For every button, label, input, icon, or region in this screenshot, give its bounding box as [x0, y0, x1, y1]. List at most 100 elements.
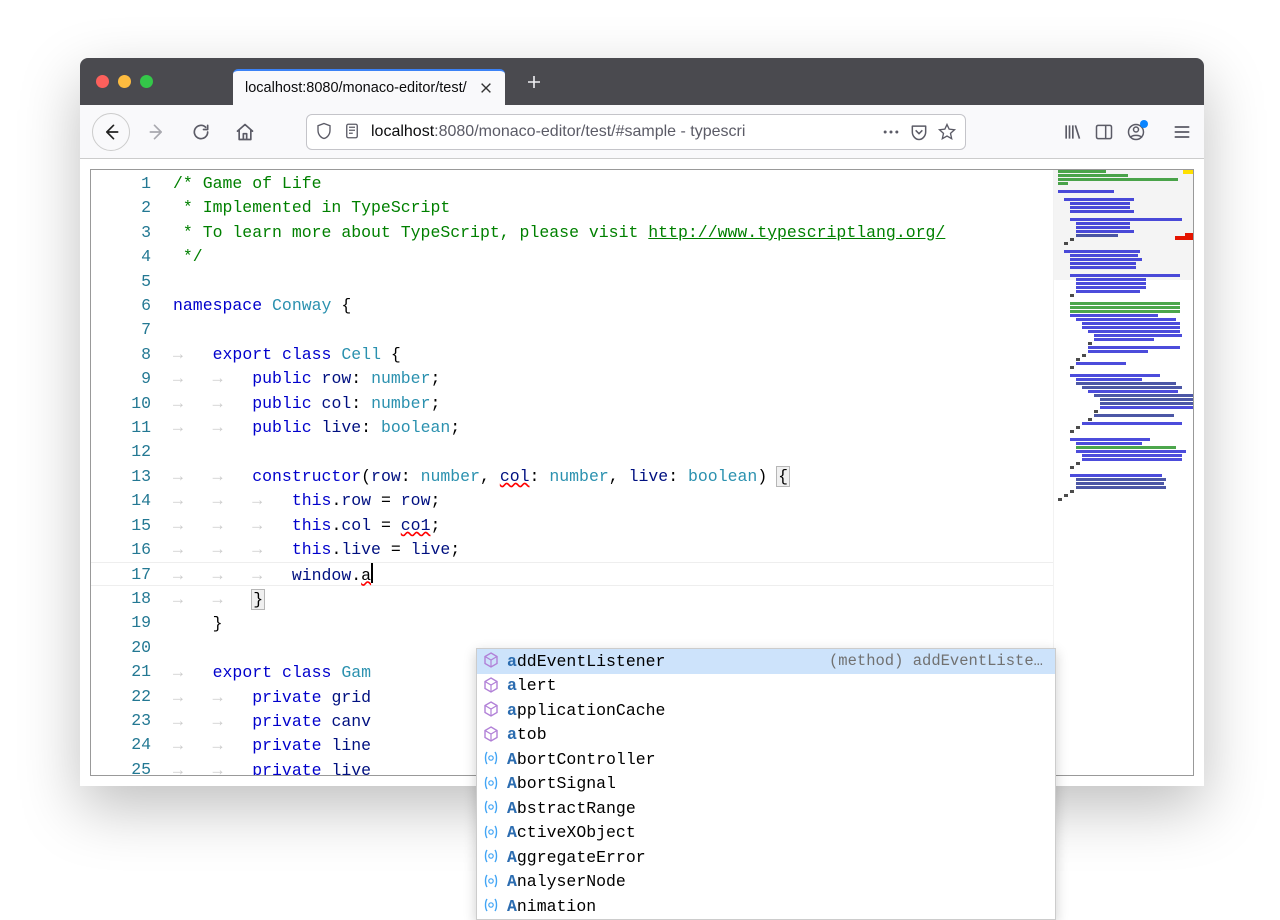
code-line: → → → this.live = live;	[173, 538, 1193, 562]
suggest-item[interactable]: applicationCache	[477, 698, 1055, 723]
address-bar-text: localhost:8080/monaco-editor/test/#sampl…	[371, 123, 873, 141]
method-icon	[483, 677, 501, 695]
minimap[interactable]	[1053, 170, 1193, 775]
minimap-line	[1082, 454, 1182, 457]
zoom-window-button[interactable]	[140, 75, 153, 88]
suggest-item[interactable]: AnalyserNode	[477, 870, 1055, 895]
minimap-line	[1076, 282, 1146, 285]
minimap-line	[1076, 234, 1118, 237]
close-tab-icon[interactable]	[479, 81, 493, 95]
suggest-item[interactable]: addEventListener(method) addEventListen…	[477, 649, 1055, 674]
minimap-line	[1064, 494, 1068, 497]
code-line: → → → this.col = co1;	[173, 514, 1193, 538]
suggest-item[interactable]: Animation	[477, 894, 1055, 919]
minimap-line	[1070, 262, 1136, 265]
method-icon	[483, 726, 501, 744]
minimap-line	[1064, 242, 1068, 245]
minimap-line	[1058, 174, 1128, 177]
minimap-line	[1076, 426, 1080, 429]
minimap-line	[1076, 222, 1130, 225]
minimap-line	[1100, 406, 1193, 409]
bookmark-star-icon[interactable]	[937, 122, 957, 142]
code-line: → → public row: number;	[173, 367, 1193, 391]
line-number: 21	[91, 660, 151, 684]
minimap-line	[1070, 474, 1162, 477]
minimap-line	[1082, 386, 1182, 389]
reload-button[interactable]	[184, 115, 218, 149]
minimap-line	[1088, 418, 1092, 421]
home-button[interactable]	[228, 115, 262, 149]
minimap-line	[1070, 438, 1150, 441]
suggest-item[interactable]: AggregateError	[477, 845, 1055, 870]
suggest-item-label: AbstractRange	[507, 799, 1049, 818]
minimap-line	[1064, 198, 1134, 201]
title-bar: localhost:8080/monaco-editor/test/	[80, 58, 1204, 105]
minimap-line	[1058, 298, 1193, 301]
code-line: → → → this.row = row;	[173, 489, 1193, 513]
minimap-line	[1076, 230, 1134, 233]
text-cursor	[371, 563, 373, 583]
line-number: 16	[91, 538, 151, 562]
minimap-line	[1082, 422, 1182, 425]
minimap-line	[1094, 414, 1174, 417]
suggest-item[interactable]: AbstractRange	[477, 796, 1055, 821]
suggest-item[interactable]: AbortSignal	[477, 772, 1055, 797]
shield-icon[interactable]	[315, 122, 335, 142]
line-number: 5	[91, 270, 151, 294]
minimap-line	[1070, 374, 1160, 377]
line-number: 9	[91, 367, 151, 391]
address-bar[interactable]: localhost:8080/monaco-editor/test/#sampl…	[306, 114, 966, 150]
minimap-line	[1070, 366, 1074, 369]
code-line: → → }	[173, 588, 1193, 612]
minimap-line	[1076, 382, 1176, 385]
suggest-item-label: Animation	[507, 897, 1049, 916]
sidebars-icon[interactable]	[1094, 122, 1114, 142]
variable-icon	[483, 750, 501, 768]
browser-tab[interactable]: localhost:8080/monaco-editor/test/	[233, 69, 505, 105]
forward-button[interactable]	[140, 115, 174, 149]
minimap-line	[1100, 402, 1193, 405]
code-line: */	[173, 245, 1193, 269]
back-button[interactable]	[92, 113, 130, 151]
minimap-line	[1070, 254, 1138, 257]
minimap-line	[1070, 274, 1180, 277]
variable-icon	[483, 775, 501, 793]
minimap-line	[1076, 486, 1166, 489]
minimap-line	[1076, 290, 1140, 293]
hamburger-menu-icon[interactable]	[1172, 122, 1192, 142]
suggest-item[interactable]: alert	[477, 674, 1055, 699]
site-identity-icon[interactable]	[343, 122, 363, 142]
minimap-line	[1082, 458, 1182, 461]
page-actions-icon[interactable]	[881, 122, 901, 142]
minimap-line	[1070, 302, 1180, 305]
code-line: → export class Cell {	[173, 343, 1193, 367]
suggest-item[interactable]: AbortController	[477, 747, 1055, 772]
minimap-line	[1088, 330, 1180, 333]
minimize-window-button[interactable]	[118, 75, 131, 88]
line-number: 14	[91, 489, 151, 513]
pocket-icon[interactable]	[909, 122, 929, 142]
minimap-line	[1058, 178, 1178, 181]
code-line: * Implemented in TypeScript	[173, 196, 1193, 220]
line-number: 11	[91, 416, 151, 440]
minimap-line	[1076, 318, 1176, 321]
minimap-line	[1082, 326, 1180, 329]
variable-icon	[483, 897, 501, 915]
suggest-item[interactable]: atob	[477, 723, 1055, 748]
account-icon[interactable]	[1126, 122, 1146, 142]
autocomplete-popup[interactable]: addEventListener(method) addEventListen……	[476, 648, 1056, 920]
line-number: 18	[91, 587, 151, 611]
minimap-line	[1100, 398, 1193, 401]
minimap-line	[1076, 450, 1186, 453]
minimap-line	[1058, 434, 1193, 437]
minimap-line	[1088, 390, 1178, 393]
close-window-button[interactable]	[96, 75, 109, 88]
new-tab-button[interactable]	[519, 67, 549, 97]
code-line	[173, 440, 1193, 464]
code-line: → → public col: number;	[173, 392, 1193, 416]
library-icon[interactable]	[1062, 122, 1082, 142]
minimap-line	[1070, 466, 1074, 469]
code-line	[173, 270, 1193, 294]
suggest-item[interactable]: ActiveXObject	[477, 821, 1055, 846]
line-number: 19	[91, 611, 151, 635]
